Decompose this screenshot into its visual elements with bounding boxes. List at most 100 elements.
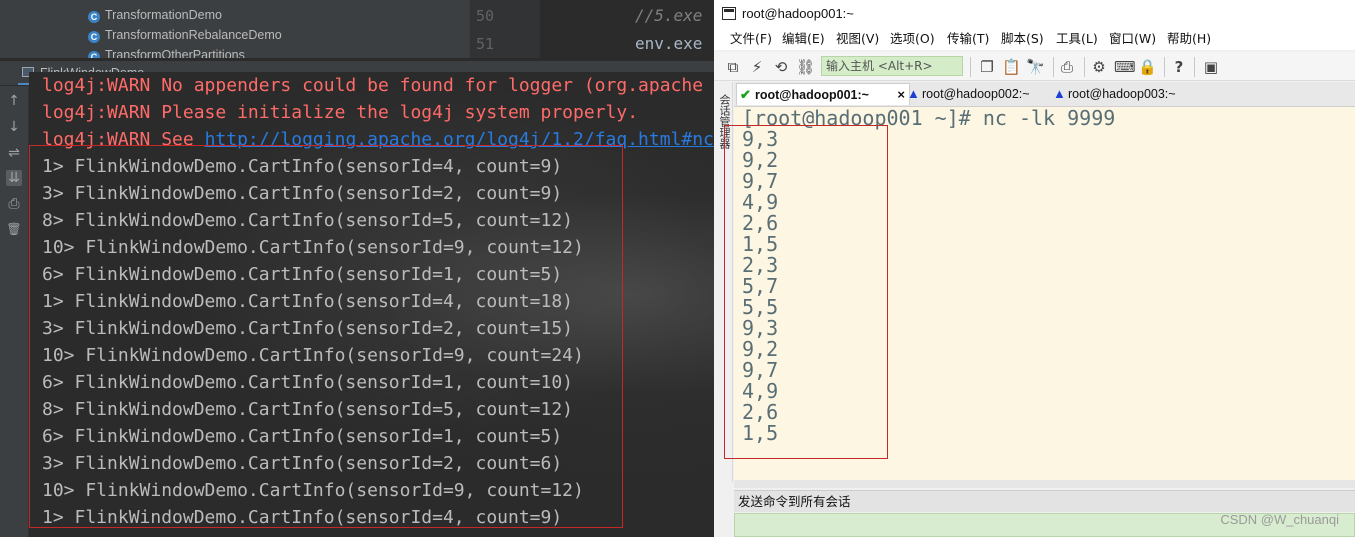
layout-icon[interactable]: ▣ (1202, 58, 1220, 76)
console-output-line: 6> FlinkWindowDemo.CartInfo(sensorId=1, … (42, 264, 563, 285)
toolbar-separator (1084, 57, 1085, 77)
terminal-line: 9,3 (742, 127, 779, 151)
session-tabs: ✔ root@hadoop001:~ × ▲ root@hadoop002:~ … (734, 82, 1355, 107)
toolbar-separator (1053, 57, 1054, 77)
session-manager-sidebar[interactable]: 会话管理器 (714, 82, 733, 482)
code-line: env.exe (635, 34, 703, 53)
terminal-line: 9,2 (742, 337, 779, 361)
find-icon[interactable]: 🔭 (1026, 58, 1045, 76)
line-gutter: 50 51 (470, 0, 540, 58)
terminal-line: 2,3 (742, 253, 779, 277)
menu-window[interactable]: 窗口(W) (1109, 28, 1156, 50)
help-icon[interactable]: ? (1170, 58, 1188, 76)
menu-script[interactable]: 脚本(S) (1001, 28, 1044, 50)
console-output-line: 10> FlinkWindowDemo.CartInfo(sensorId=9,… (42, 237, 584, 258)
menu-options[interactable]: 选项(O) (890, 28, 935, 50)
tab-hadoop002[interactable]: ▲ root@hadoop002:~ (904, 83, 1052, 105)
menu-edit[interactable]: 编辑(E) (782, 28, 825, 50)
new-session-icon[interactable]: ⧉ (724, 58, 742, 76)
terminal-line: 9,3 (742, 316, 779, 340)
project-tree: C TransformationDemo C TransformationRebal… (0, 0, 470, 58)
send-to-all-bar: 发送命令到所有会话 (734, 490, 1355, 512)
keyboard-icon[interactable]: ⌨ (1114, 58, 1136, 76)
tree-item-transformation-demo[interactable]: C TransformationDemo (88, 5, 222, 25)
tree-item-transform-other-partitions[interactable]: C TransformOtherPartitions (88, 45, 245, 58)
code-editor[interactable]: 50 51 //5.exe env.exe (470, 0, 714, 58)
terminal-app-icon (722, 7, 736, 20)
console-warn-line: log4j:WARN See http://logging.apache.org… (42, 126, 714, 153)
console-faq-link[interactable]: http://logging.apache.org/log4j/1.2/faq.… (205, 129, 714, 150)
console-output-line: 6> FlinkWindowDemo.CartInfo(sensorId=1, … (42, 372, 574, 393)
warning-icon: ▲ (1053, 86, 1066, 101)
console-output-line: 3> FlinkWindowDemo.CartInfo(sensorId=2, … (42, 318, 574, 339)
console-warn-line: log4j:WARN No appenders could be found f… (42, 75, 704, 96)
menu-view[interactable]: 视图(V) (836, 28, 879, 50)
console-output[interactable]: log4j:WARN No appenders could be found f… (29, 72, 714, 537)
line-number: 50 (476, 7, 495, 25)
link-icon[interactable]: ⛓ (796, 58, 815, 76)
tab-label: root@hadoop003:~ (1068, 87, 1176, 101)
line-number: 51 (476, 35, 495, 53)
scroll-to-end-icon[interactable]: ⇊ (6, 170, 22, 186)
console-output-line: 1> FlinkWindowDemo.CartInfo(sensorId=4, … (42, 291, 574, 312)
class-icon: C (88, 51, 100, 58)
console-output-line: 1> FlinkWindowDemo.CartInfo(sensorId=4, … (42, 507, 563, 528)
terminal-line: 9,7 (742, 169, 779, 193)
xshell-window: root@hadoop001:~ 文件(F) 编辑(E) 视图(V) 选项(O)… (714, 0, 1355, 537)
console-toolstrip: ↑ ↓ ⇌ ⇊ ⎙ 🗑 (0, 86, 29, 537)
menu-tools[interactable]: 工具(L) (1056, 28, 1098, 50)
terminal-prompt: [root@hadoop001 ~]# nc -lk 9999 (742, 107, 1116, 130)
console-warn-line: log4j:WARN Please initialize the log4j s… (42, 102, 639, 123)
menu-transfer[interactable]: 传输(T) (947, 28, 989, 50)
terminal-line: 9,2 (742, 148, 779, 172)
tab-hadoop001[interactable]: ✔ root@hadoop001:~ × (736, 83, 910, 105)
console-output-line: 8> FlinkWindowDemo.CartInfo(sensorId=5, … (42, 399, 574, 420)
tree-item-label: TransformOtherPartitions (105, 48, 245, 58)
toolbar: ⧉ ⚡ ⟲ ⛓ 输入主机 <Alt+R> ❐ 📋 🔭 ⎙ ⚙ ⌨ 🔒 ? ▣ (714, 52, 1355, 81)
console-output-line: 10> FlinkWindowDemo.CartInfo(sensorId=9,… (42, 345, 584, 366)
copy-icon[interactable]: ❐ (978, 58, 996, 76)
ide-window: C TransformationDemo C TransformationRebal… (0, 0, 714, 537)
console-output-line: 8> FlinkWindowDemo.CartInfo(sensorId=5, … (42, 210, 574, 231)
menu-help[interactable]: 帮助(H) (1167, 28, 1211, 50)
menu-file[interactable]: 文件(F) (730, 28, 772, 50)
tree-item-label: TransformationDemo (105, 8, 222, 22)
lock-icon[interactable]: 🔒 (1138, 58, 1157, 76)
host-address-input[interactable]: 输入主机 <Alt+R> (821, 56, 963, 76)
console-output-line: 3> FlinkWindowDemo.CartInfo(sensorId=2, … (42, 183, 563, 204)
terminal-line: 5,5 (742, 295, 779, 319)
title-bar: root@hadoop001:~ (714, 0, 1355, 28)
code-comment: //5.exe (635, 6, 703, 25)
toolbar-separator (1194, 57, 1195, 77)
tree-item-label: TransformationRebalanceDemo (105, 28, 282, 42)
terminal-line: 2,6 (742, 211, 779, 235)
class-icon: C (88, 11, 100, 23)
connect-icon[interactable]: ⚡ (748, 58, 766, 76)
print-icon[interactable]: ⎙ (6, 196, 22, 212)
console-output-line: 3> FlinkWindowDemo.CartInfo(sensorId=2, … (42, 453, 563, 474)
print-icon[interactable]: ⎙ (1058, 58, 1076, 76)
tab-label: root@hadoop002:~ (922, 87, 1030, 101)
watermark: CSDN @W_chuanqi (1220, 512, 1339, 527)
menu-bar: 文件(F) 编辑(E) 视图(V) 选项(O) 传输(T) 脚本(S) 工具(L… (714, 28, 1355, 50)
terminal-scrollbar[interactable] (734, 480, 1355, 488)
paste-icon[interactable]: 📋 (1002, 58, 1021, 76)
soft-wrap-icon[interactable]: ⇌ (6, 145, 22, 161)
tree-item-transformation-rebalance-demo[interactable]: C TransformationRebalanceDemo (88, 25, 282, 45)
console-warn-text: log4j:WARN See (42, 129, 205, 150)
terminal-screen[interactable]: [root@hadoop001 ~]# nc -lk 9999 9,3 9,2 … (734, 107, 1355, 480)
console-output-line: 10> FlinkWindowDemo.CartInfo(sensorId=9,… (42, 480, 584, 501)
settings-icon[interactable]: ⚙ (1090, 58, 1108, 76)
reconnect-icon[interactable]: ⟲ (772, 58, 790, 76)
trash-icon[interactable]: 🗑 (6, 221, 22, 237)
scroll-down-icon[interactable]: ↓ (6, 119, 22, 135)
tab-hadoop003[interactable]: ▲ root@hadoop003:~ (1050, 83, 1200, 105)
toolbar-separator (1164, 57, 1165, 77)
terminal-line: 9,7 (742, 358, 779, 382)
terminal-line: 5,7 (742, 274, 779, 298)
scroll-up-icon[interactable]: ↑ (6, 93, 22, 109)
terminal-line: 1,5 (742, 421, 779, 445)
session-manager-label: 会话管理器 (718, 94, 731, 149)
terminal-line: 4,9 (742, 190, 779, 214)
console-output-line: 1> FlinkWindowDemo.CartInfo(sensorId=4, … (42, 156, 563, 177)
